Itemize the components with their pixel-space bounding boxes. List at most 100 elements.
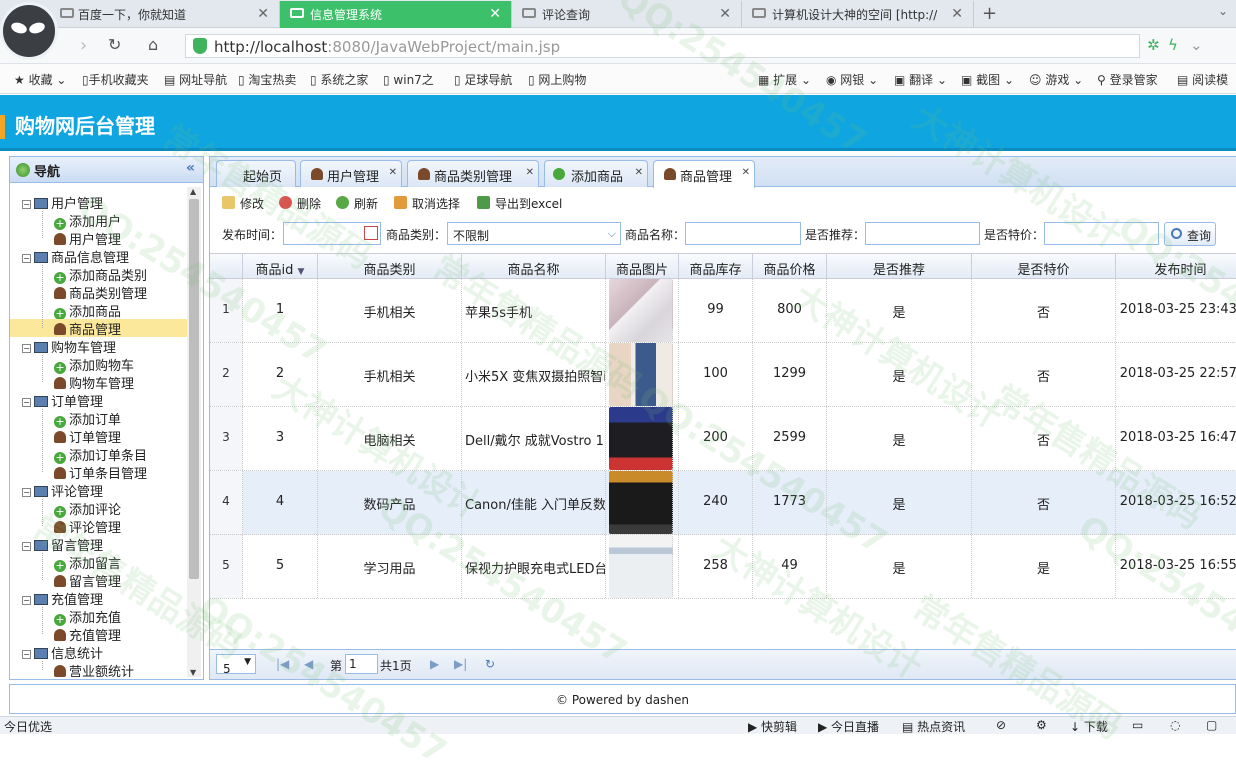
status-news[interactable]: ▤ 热点资讯: [902, 718, 965, 735]
column-header[interactable]: 商品库存: [679, 254, 753, 279]
lightning-icon[interactable]: ϟ: [1168, 36, 1178, 54]
bookmark-taobao[interactable]: ▯ 淘宝热卖: [238, 71, 296, 88]
close-icon[interactable]: ✕: [742, 167, 750, 178]
recommend-input[interactable]: [865, 222, 980, 245]
collapse-toggle-icon[interactable]: −: [22, 398, 31, 407]
name-input[interactable]: [685, 222, 801, 245]
screenshot-menu[interactable]: ▣ 截图 ⌄: [961, 71, 1014, 88]
forward-icon[interactable]: ›: [80, 35, 87, 56]
login-manager[interactable]: ⚲ 登录管家: [1097, 71, 1158, 88]
status-icon-3[interactable]: ▭: [1132, 718, 1143, 732]
category-select[interactable]: 不限制 ⌵: [447, 222, 621, 245]
table-row[interactable]: 5 5 学习用品 保视力护眼充电式LED台 258 49 是是 2018-03-25 16:5…: [210, 535, 1236, 599]
status-kuaijianji[interactable]: ▶ 快剪辑: [748, 718, 797, 735]
bookmark-mobile[interactable]: ▯手机收藏夹: [82, 71, 149, 88]
tree-group[interactable]: − 评论管理: [10, 481, 188, 500]
unselect-button[interactable]: 取消选择: [394, 195, 460, 212]
refresh-button[interactable]: 刷新: [336, 195, 378, 212]
browser-tab-3[interactable]: 评论查询 ✕: [512, 1, 742, 28]
tree-item[interactable]: 购物车管理: [10, 373, 188, 392]
close-icon[interactable]: ✕: [526, 167, 534, 178]
home-icon[interactable]: ⌂: [148, 35, 158, 54]
special-input[interactable]: [1044, 222, 1159, 245]
tree-group[interactable]: − 充值管理: [10, 589, 188, 608]
status-download[interactable]: ↓ 下载: [1070, 718, 1108, 735]
games-menu[interactable]: ☺ 游戏 ⌄: [1029, 71, 1083, 88]
page-size-select[interactable]: 5 ▼: [216, 654, 256, 676]
url-input[interactable]: http://localhost:8080/JavaWebProject/mai…: [185, 34, 1140, 58]
table-row[interactable]: 1 1 手机相关 苹果5s手机 99 800 是否 2018-03-25 23:43:: [210, 279, 1236, 343]
close-icon[interactable]: ✕: [489, 6, 501, 22]
tab-product-management[interactable]: 商品管理 ✕: [653, 160, 755, 188]
column-header[interactable]: 商品图片: [606, 254, 679, 279]
column-header[interactable]: 商品价格: [753, 254, 827, 279]
tree-group[interactable]: − 购物车管理: [10, 337, 188, 356]
bookmark-shopping[interactable]: ▯ 网上购物: [528, 71, 586, 88]
tree-item[interactable]: 商品类别管理: [10, 283, 188, 302]
tree-item[interactable]: + 添加充值: [10, 607, 188, 626]
reload-icon[interactable]: ↻: [485, 657, 495, 671]
delete-button[interactable]: 删除: [279, 195, 321, 212]
bookmark-favorites[interactable]: ★ 收藏 ⌄: [14, 71, 66, 88]
table-row[interactable]: 2 2 手机相关 小米5X 变焦双摄拍照智i 100 1299 是否 2018-03-25 2…: [210, 343, 1236, 407]
prev-page-icon[interactable]: ◀: [304, 657, 313, 671]
tab-add-product[interactable]: 添加商品 ✕: [544, 160, 648, 187]
tree-item[interactable]: 用户管理: [10, 229, 188, 248]
reading-mode[interactable]: ▤ 阅读模: [1177, 71, 1228, 88]
tree-item[interactable]: + 添加用户: [10, 211, 188, 230]
tree-group[interactable]: − 信息统计: [10, 643, 188, 662]
browser-tab-4[interactable]: 计算机设计大神的空间 [http://2 ✕: [742, 1, 974, 28]
tree-item[interactable]: 商品管理: [10, 319, 188, 338]
tree-item[interactable]: + 添加订单条目: [10, 445, 188, 464]
scrollbar-thumb[interactable]: [189, 199, 199, 579]
column-header[interactable]: 发布时间: [1116, 254, 1236, 279]
settings-gear-icon[interactable]: ✲: [1147, 36, 1160, 54]
column-header[interactable]: 是否推荐: [827, 254, 972, 279]
close-icon[interactable]: ✕: [719, 6, 731, 22]
tree-item[interactable]: 订单条目管理: [10, 463, 188, 482]
translate-menu[interactable]: ▣ 翻译 ⌄: [894, 71, 947, 88]
tree-group[interactable]: − 商品信息管理: [10, 247, 188, 266]
browser-tab-2[interactable]: 信息管理系统 ✕: [280, 1, 512, 28]
status-icon-4[interactable]: ◌: [1170, 718, 1180, 732]
scroll-down-icon[interactable]: ▼: [190, 668, 196, 677]
calendar-icon[interactable]: [364, 226, 378, 240]
next-page-icon[interactable]: ▶: [430, 657, 439, 671]
status-live[interactable]: ▶ 今日直播: [818, 718, 879, 735]
close-icon[interactable]: ✕: [635, 167, 643, 178]
collapse-toggle-icon[interactable]: −: [22, 344, 31, 353]
collapse-icon[interactable]: «: [186, 160, 195, 176]
tab-user-management[interactable]: 用户管理 ✕: [300, 160, 402, 187]
table-row[interactable]: 4 4 数码产品 Canon/佳能 入门单反数 240 1773 是否 2018-03-25 …: [210, 471, 1236, 535]
close-icon[interactable]: ✕: [389, 167, 397, 178]
tree-item[interactable]: 订单管理: [10, 427, 188, 446]
page-number-input[interactable]: 1: [345, 654, 378, 674]
close-icon[interactable]: ✕: [951, 6, 963, 22]
status-icon-1[interactable]: ⊘: [996, 718, 1006, 732]
tree-item[interactable]: + 添加商品类别: [10, 265, 188, 284]
tab-home[interactable]: 起始页: [216, 160, 296, 187]
export-excel-button[interactable]: 导出到excel: [477, 195, 562, 212]
close-icon[interactable]: ✕: [257, 6, 269, 22]
bookmark-football[interactable]: ▯ 足球导航: [454, 71, 512, 88]
scroll-up-icon[interactable]: ▲: [190, 187, 196, 196]
sidebar-scrollbar[interactable]: ▲ ▼: [187, 187, 201, 677]
bookmark-xitong[interactable]: ▯ 系统之家: [310, 71, 368, 88]
edit-button[interactable]: 修改: [222, 195, 264, 212]
tree-group[interactable]: − 订单管理: [10, 391, 188, 410]
tab-category-management[interactable]: 商品类别管理 ✕: [407, 160, 539, 187]
collapse-toggle-icon[interactable]: −: [22, 200, 31, 209]
reload-icon[interactable]: ↻: [108, 35, 121, 54]
first-page-icon[interactable]: |◀: [276, 657, 289, 671]
collapse-toggle-icon[interactable]: −: [22, 254, 31, 263]
collapse-toggle-icon[interactable]: −: [22, 488, 31, 497]
tree-item[interactable]: + 添加订单: [10, 409, 188, 428]
column-header[interactable]: 商品id ▼: [243, 254, 318, 279]
bookmark-win7[interactable]: ▯ win7之: [383, 71, 434, 88]
last-page-icon[interactable]: ▶|: [454, 657, 467, 671]
url-dropdown-icon[interactable]: ⌄: [1190, 36, 1203, 54]
status-icon-2[interactable]: ⚙: [1036, 718, 1047, 732]
tree-item[interactable]: 充值管理: [10, 625, 188, 644]
status-icon-5[interactable]: ▢: [1206, 718, 1217, 732]
new-tab-button[interactable]: +: [982, 3, 997, 24]
